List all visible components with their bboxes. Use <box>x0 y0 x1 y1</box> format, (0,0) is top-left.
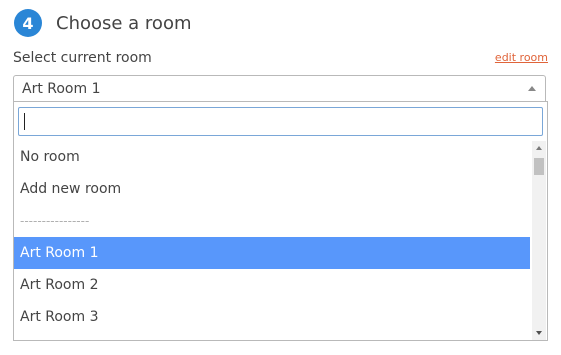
step-number-badge: 4 <box>14 9 42 37</box>
room-select[interactable]: Art Room 1 <box>13 75 546 101</box>
selected-room-value: Art Room 1 <box>22 81 101 97</box>
room-search-input[interactable] <box>18 107 543 136</box>
room-options-list: No room Add new room ---------------- Ar… <box>14 141 530 341</box>
step-header: 4 Choose a room <box>14 8 192 38</box>
room-dropdown: No room Add new room ---------------- Ar… <box>13 101 548 341</box>
chevron-up-icon <box>528 86 536 91</box>
option-art-room-1[interactable]: Art Room 1 <box>14 237 530 269</box>
scroll-up-arrow-icon[interactable] <box>536 146 542 150</box>
scrollbar-thumb[interactable] <box>534 158 544 175</box>
edit-room-link[interactable]: edit room <box>495 51 548 64</box>
option-add-new-room[interactable]: Add new room <box>14 173 530 205</box>
option-art-room-2[interactable]: Art Room 2 <box>14 269 530 301</box>
option-art-room-3[interactable]: Art Room 3 <box>14 301 530 333</box>
text-cursor <box>24 113 25 130</box>
scroll-down-arrow-icon[interactable] <box>536 331 542 335</box>
dropdown-scrollbar[interactable] <box>532 141 546 340</box>
option-no-room[interactable]: No room <box>14 141 530 173</box>
step-title: Choose a room <box>56 12 192 34</box>
option-separator: ---------------- <box>20 214 90 228</box>
select-room-label: Select current room <box>13 50 152 66</box>
